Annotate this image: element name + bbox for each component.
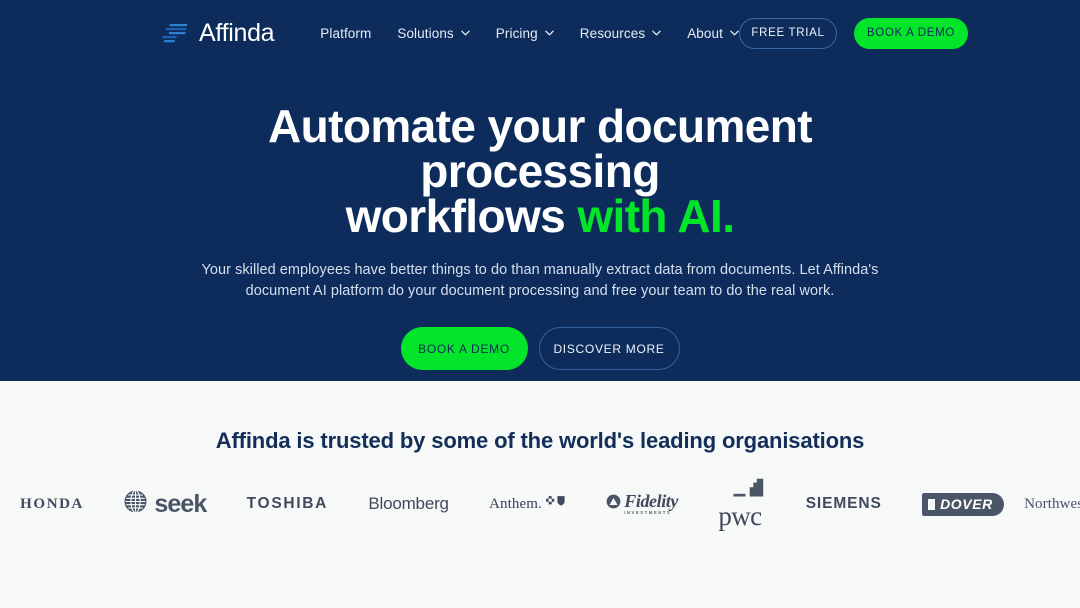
hero-book-demo-button[interactable]: BOOK A DEMO [400,327,528,370]
hero-section: Affinda Platform Solutions Pricing Resou… [0,0,1080,381]
nav-links: Platform Solutions Pricing Resources Abo… [320,26,739,41]
hero-title-line1: Automate your document processing [268,100,813,197]
nav-item-about[interactable]: About [687,26,739,41]
page-root: Affinda Platform Solutions Pricing Resou… [0,0,1080,608]
hero-content: Automate your document processing workfl… [0,66,1080,370]
nav-item-resources[interactable]: Resources [580,26,661,41]
bloomberg-logo-text: Bloomberg [368,494,449,513]
nav-item-platform[interactable]: Platform [320,26,371,41]
seek-globe-icon [124,489,147,518]
anthem-cross-shield-icon [545,495,566,513]
fidelity-logo-tagline: INVESTMENTS [624,510,672,516]
hero-discover-more-button[interactable]: DISCOVER MORE [538,327,680,370]
pwc-logo-text: pwc [718,501,762,531]
fidelity-logo-text: Fidelity [624,491,679,512]
dover-logo-text: DOVER [940,496,993,512]
chevron-down-icon [652,30,661,36]
client-logo-fidelity: Fidelity INVESTMENTS [586,474,698,534]
main-navigation: Affinda Platform Solutions Pricing Resou… [0,0,1080,66]
client-logo-northwestern: Northwestern [1024,474,1080,534]
seek-logo-text: seek [154,489,207,518]
hero-cta-group: BOOK A DEMO DISCOVER MORE [0,327,1080,370]
client-logo-pwc: pwc [698,474,785,534]
chevron-down-icon [730,30,739,36]
nav-item-platform-label: Platform [320,25,372,41]
chevron-down-icon [461,30,470,36]
nav-book-demo-button[interactable]: BOOK A DEMO [853,17,968,49]
hero-title: Automate your document processing workfl… [180,103,900,242]
nav-item-solutions[interactable]: Solutions [397,25,470,41]
hero-title-line2: workflows [345,190,578,242]
client-logo-bloomberg: Bloomberg [348,474,469,534]
dover-notch-shape [928,498,936,510]
client-logo-seek: seek [104,474,226,534]
nav-item-pricing[interactable]: Pricing [496,26,554,41]
client-logo-siemens: SIEMENS [786,474,902,534]
siemens-logo-text: SIEMENS [805,495,882,512]
chevron-down-icon [545,30,554,36]
client-logo-strip: HONDA seek TOSHIBA Bloomberg Anthem. Fid… [0,474,1080,534]
anthem-logo-text: Anthem. [489,496,542,512]
client-logo-honda: HONDA [0,474,104,534]
nav-item-about-label: About [687,25,723,41]
hero-title-accent: with AI. [577,190,735,242]
toshiba-logo-text: TOSHIBA [246,495,329,512]
nav-actions: FREE TRIAL BOOK A DEMO [738,17,968,49]
client-logo-dover: DOVER [902,474,1024,534]
fidelity-pyramid-icon [606,494,621,514]
hero-subtitle: Your skilled employees have better thing… [201,262,879,299]
affinda-lines-logo-icon [162,22,192,44]
brand-logo-link[interactable]: Affinda [162,18,275,47]
client-logo-toshiba: TOSHIBA [227,474,349,534]
free-trial-button[interactable]: FREE TRIAL [738,17,837,49]
northwestern-logo-text: Northwestern [1024,495,1080,512]
nav-item-solutions-label: Solutions [397,25,454,41]
trusted-by-heading: Affinda is trusted by some of the world'… [215,428,865,453]
nav-item-pricing-label: Pricing [495,25,538,41]
nav-item-resources-label: Resources [579,25,646,41]
trusted-by-section: Affinda is trusted by some of the world'… [0,381,1080,608]
client-logo-anthem: Anthem. [469,474,586,534]
brand-name: Affinda [199,18,275,47]
honda-logo-text: HONDA [20,495,84,512]
